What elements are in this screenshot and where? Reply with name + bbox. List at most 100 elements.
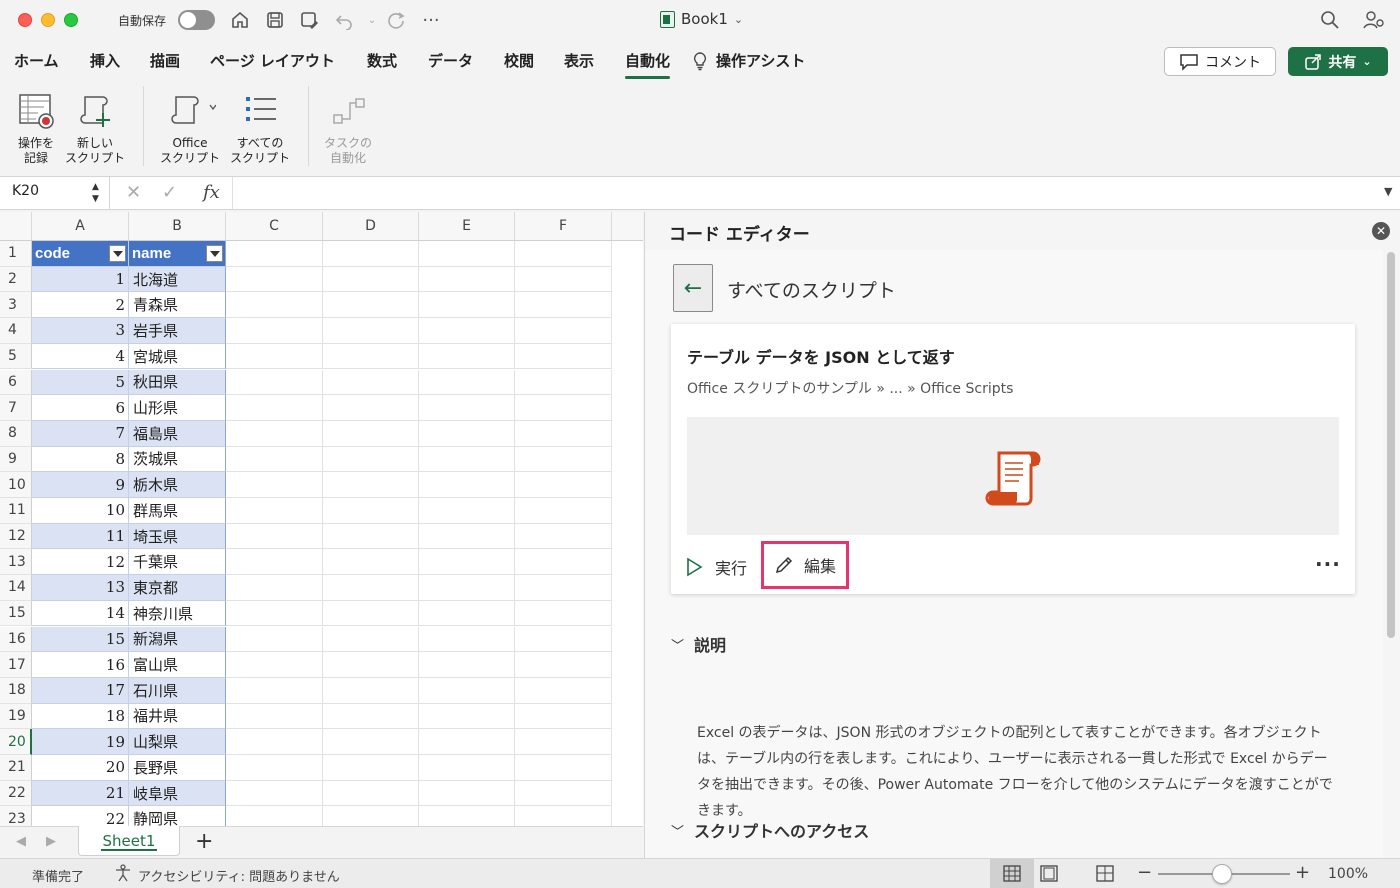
tab-home[interactable]: ホーム <box>14 50 59 71</box>
cell-name[interactable]: 東京都 <box>129 575 226 601</box>
empty-cell[interactable] <box>226 420 323 447</box>
cell-name[interactable]: 静岡県 <box>129 806 226 826</box>
row-header[interactable]: 6 <box>0 369 32 396</box>
empty-cell[interactable] <box>226 292 323 319</box>
enter-checkmark-icon[interactable]: ✓ <box>162 182 177 203</box>
empty-cell[interactable] <box>323 266 419 293</box>
row-header[interactable]: 22 <box>0 780 32 807</box>
cancel-icon[interactable]: ✕ <box>126 182 141 203</box>
empty-cell[interactable] <box>419 806 515 826</box>
empty-cell[interactable] <box>226 677 323 704</box>
table-header-cell[interactable]: code <box>32 241 129 267</box>
spreadsheet-grid[interactable]: A B C D E F 1 code name 2 1 北海道 3 2 青森県 4 3 岩手県 5 4 宮城… <box>0 212 643 826</box>
empty-cell[interactable] <box>323 575 419 601</box>
row-header[interactable]: 9 <box>0 446 32 473</box>
empty-cell[interactable] <box>226 780 323 807</box>
zoom-level[interactable]: 100% <box>1328 866 1368 882</box>
empty-cell[interactable] <box>419 292 515 319</box>
empty-cell[interactable] <box>323 549 419 576</box>
undo-icon[interactable] <box>332 9 356 31</box>
cell-code[interactable]: 4 <box>32 343 129 370</box>
empty-cell[interactable] <box>226 575 323 601</box>
row-header[interactable]: 21 <box>0 755 32 781</box>
empty-cell[interactable] <box>226 549 323 576</box>
empty-cell[interactable] <box>226 652 323 678</box>
empty-cell[interactable] <box>419 703 515 730</box>
column-header-c[interactable]: C <box>226 212 323 240</box>
empty-cell[interactable] <box>323 677 419 704</box>
empty-cell[interactable] <box>226 729 323 755</box>
cell-code[interactable]: 22 <box>32 806 129 826</box>
column-header-f[interactable]: F <box>515 212 612 240</box>
save-as-icon[interactable] <box>297 9 321 31</box>
cell-code[interactable]: 7 <box>32 420 129 447</box>
cell-name[interactable]: 埼玉県 <box>129 523 226 550</box>
empty-cell[interactable] <box>323 755 419 781</box>
cell-name[interactable]: 長野県 <box>129 755 226 781</box>
empty-cell[interactable] <box>515 729 612 755</box>
empty-cell[interactable] <box>226 703 323 730</box>
cell-name[interactable]: 新潟県 <box>129 626 226 653</box>
cell-code[interactable]: 11 <box>32 523 129 550</box>
empty-cell[interactable] <box>515 318 612 344</box>
cell-code[interactable]: 20 <box>32 755 129 781</box>
cell-name[interactable]: 岐阜県 <box>129 780 226 807</box>
redo-icon[interactable] <box>384 9 408 31</box>
cell-name[interactable]: 青森県 <box>129 292 226 319</box>
cell-code[interactable]: 5 <box>32 369 129 396</box>
account-settings-icon[interactable] <box>1362 9 1386 31</box>
tab-page-layout[interactable]: ページ レイアウト <box>210 50 335 71</box>
zoom-slider-thumb[interactable] <box>1212 864 1232 884</box>
empty-cell[interactable] <box>419 575 515 601</box>
column-header-a[interactable]: A <box>32 212 129 240</box>
tab-review[interactable]: 校閲 <box>504 50 534 71</box>
filter-dropdown-icon[interactable] <box>206 245 223 262</box>
cell-code[interactable]: 14 <box>32 600 129 627</box>
empty-cell[interactable] <box>226 318 323 344</box>
cell-name[interactable]: 神奈川県 <box>129 600 226 627</box>
back-button[interactable]: ← <box>673 264 713 312</box>
column-header-e[interactable]: E <box>419 212 515 240</box>
empty-cell[interactable] <box>323 472 419 498</box>
empty-cell[interactable] <box>419 498 515 524</box>
cell-name[interactable]: 茨城県 <box>129 446 226 473</box>
empty-cell[interactable] <box>515 755 612 781</box>
empty-cell[interactable] <box>323 446 419 473</box>
cell-code[interactable]: 15 <box>32 626 129 653</box>
document-title[interactable]: Book1 ⌄ <box>660 10 743 28</box>
description-section-header[interactable]: ﹀ 説明 <box>671 632 726 656</box>
cell-code[interactable]: 2 <box>32 292 129 319</box>
empty-cell[interactable] <box>419 780 515 807</box>
cell-code[interactable]: 9 <box>32 472 129 498</box>
cell-name[interactable]: 栃木県 <box>129 472 226 498</box>
empty-cell[interactable] <box>419 241 515 267</box>
row-header[interactable]: 8 <box>0 420 32 447</box>
cell-code[interactable]: 12 <box>32 549 129 576</box>
empty-cell[interactable] <box>419 343 515 370</box>
empty-cell[interactable] <box>515 652 612 678</box>
row-header[interactable]: 3 <box>0 292 32 319</box>
more-options-button[interactable]: ··· <box>1315 552 1341 576</box>
all-scripts-button[interactable]: すべての スクリプト <box>226 86 294 166</box>
cell-name[interactable]: 福井県 <box>129 703 226 730</box>
row-header[interactable]: 4 <box>0 318 32 344</box>
cell-name[interactable]: 石川県 <box>129 677 226 704</box>
row-header[interactable]: 20 <box>0 729 32 755</box>
cell-code[interactable]: 19 <box>32 729 129 755</box>
empty-cell[interactable] <box>323 369 419 396</box>
cell-name[interactable]: 群馬県 <box>129 498 226 524</box>
zoom-in-button[interactable]: + <box>1295 862 1310 883</box>
row-header[interactable]: 10 <box>0 472 32 498</box>
cell-code[interactable]: 13 <box>32 575 129 601</box>
empty-cell[interactable] <box>323 806 419 826</box>
home-icon[interactable] <box>228 9 252 31</box>
empty-cell[interactable] <box>323 318 419 344</box>
empty-cell[interactable] <box>419 446 515 473</box>
empty-cell[interactable] <box>515 780 612 807</box>
empty-cell[interactable] <box>419 318 515 344</box>
cell-code[interactable]: 6 <box>32 395 129 421</box>
cell-name[interactable]: 秋田県 <box>129 369 226 396</box>
table-header-cell[interactable]: name <box>129 241 226 267</box>
empty-cell[interactable] <box>323 523 419 550</box>
empty-cell[interactable] <box>226 266 323 293</box>
